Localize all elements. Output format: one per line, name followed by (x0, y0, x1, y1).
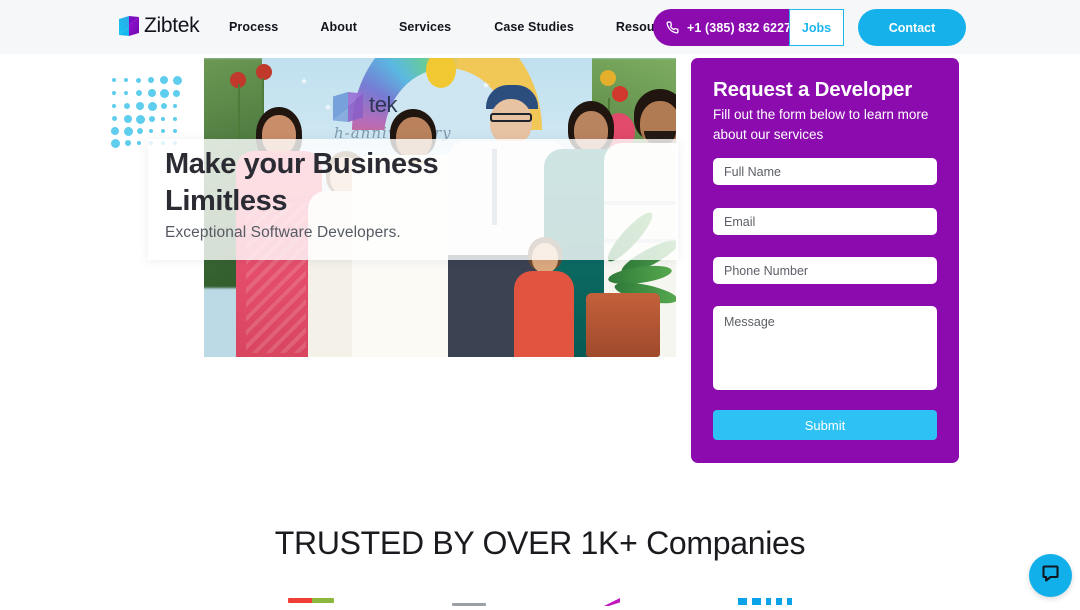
form-description: Fill out the form below to learn more ab… (713, 107, 929, 142)
nav-item-about[interactable]: About (320, 20, 357, 34)
partner-logo-1 (288, 598, 334, 610)
phone-icon (666, 21, 679, 34)
contact-button-label: Contact (888, 20, 936, 35)
hero-subheading: Exceptional Software Developers. (165, 224, 401, 241)
message-textarea[interactable] (713, 306, 937, 390)
form-title: Request a Developer (713, 78, 912, 101)
submit-button[interactable]: Submit (713, 410, 937, 440)
phone-number-input[interactable] (713, 257, 937, 284)
chat-widget-button[interactable] (1029, 554, 1072, 597)
nav-item-services[interactable]: Services (399, 20, 451, 34)
chat-bubble-icon (1040, 563, 1061, 589)
logo-text: Zibtek (144, 14, 200, 37)
jobs-button[interactable]: Jobs (789, 9, 844, 46)
trusted-heading: TRUSTED BY OVER 1K+ Companies (274, 525, 806, 561)
partner-logo-4 (738, 598, 792, 610)
main-navigation: Process About Services Case Studies Reso… (229, 0, 681, 54)
partner-logos-row (0, 598, 1080, 610)
phone-button[interactable]: +1 (385) 832 6227 (653, 9, 807, 46)
zibtek-butterfly-logo-icon (118, 14, 140, 38)
contact-button[interactable]: Contact (858, 9, 966, 46)
nav-item-process[interactable]: Process (229, 20, 278, 34)
nav-item-case-studies[interactable]: Case Studies (494, 20, 574, 34)
partner-logo-3 (604, 598, 620, 610)
hero-heading: Make your Business Limitless (165, 148, 439, 217)
phone-button-label: +1 (385) 832 6227 (687, 20, 792, 35)
email-input[interactable] (713, 208, 937, 235)
site-header: Zibtek Process About Services Case Studi… (0, 0, 1080, 54)
jobs-button-label: Jobs (801, 20, 832, 35)
full-name-input[interactable] (713, 158, 937, 185)
site-logo[interactable]: Zibtek (118, 14, 200, 38)
partner-logo-2 (452, 598, 486, 610)
landing-page: Zibtek Process About Services Case Studi… (0, 0, 1080, 610)
